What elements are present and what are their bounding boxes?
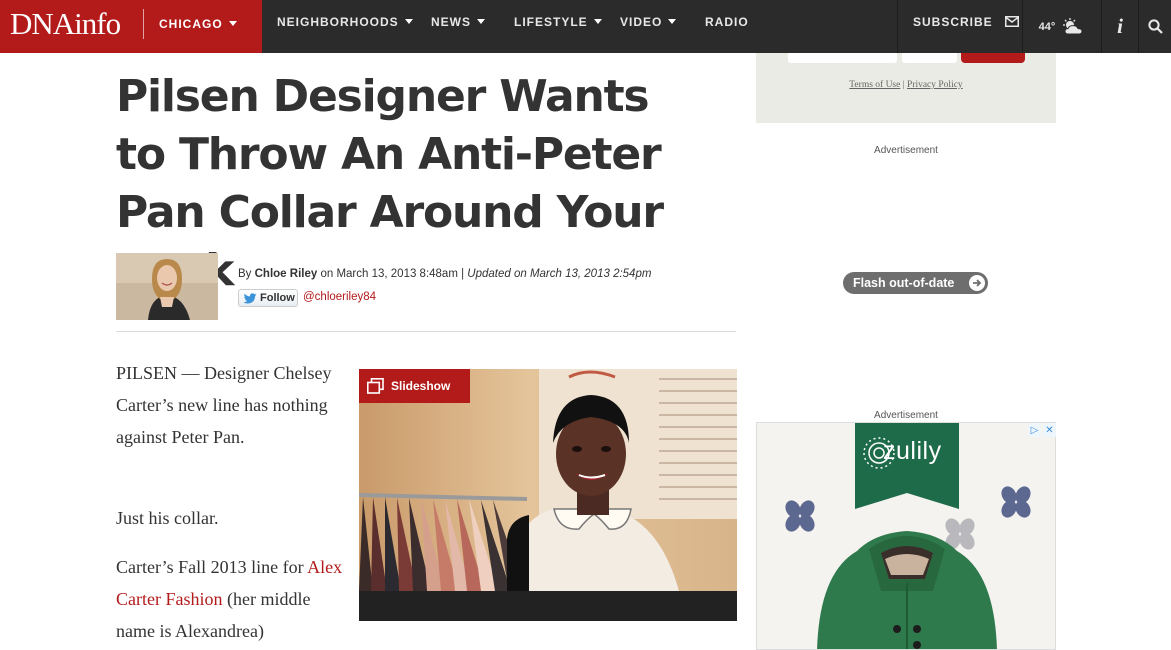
- nav-label: LIFESTYLE: [514, 15, 588, 29]
- zulily-brand: zulily: [883, 437, 942, 465]
- twitter-follow-button[interactable]: Follow: [238, 289, 298, 307]
- paragraph-3: Carter’s Fall 2013 line for Alex Carter …: [116, 551, 346, 647]
- advertisement-label: Advertisement: [874, 145, 938, 156]
- weather-widget[interactable]: 44°: [1023, 0, 1101, 53]
- follow-label: Follow: [260, 292, 295, 304]
- search-button[interactable]: [1139, 0, 1171, 53]
- terms-of-use-link[interactable]: Terms of Use: [849, 80, 900, 90]
- subscribe-label: SUBSCRIBE: [913, 15, 993, 29]
- dnainfo-logo[interactable]: DNAinfo: [10, 6, 121, 42]
- arrow-right-icon: [969, 275, 985, 291]
- slideshow-badge[interactable]: Slideshow: [359, 369, 470, 403]
- newsletter-submit-button[interactable]: [961, 53, 1025, 63]
- paragraph-3-start: Carter’s Fall 2013 line for: [116, 557, 308, 577]
- chevron-down-icon: [477, 19, 485, 24]
- flash-out-of-date-button[interactable]: Flash out-of-date: [843, 272, 988, 294]
- newsletter-zip-input[interactable]: [902, 53, 957, 63]
- newsletter-email-input[interactable]: [788, 53, 897, 63]
- author-name[interactable]: Chloe Riley: [255, 268, 318, 280]
- author-photo[interactable]: [116, 253, 218, 320]
- newsletter-legal-links: Terms of Use | Privacy Policy: [756, 80, 1056, 90]
- brand-divider: [143, 9, 144, 39]
- nav-label: NEIGHBORHOODS: [277, 15, 399, 29]
- twitter-bird-icon: [243, 292, 257, 303]
- privacy-policy-link[interactable]: Privacy Policy: [907, 80, 963, 90]
- newsletter-signup: Terms of Use | Privacy Policy: [756, 53, 1056, 123]
- chevron-down-icon: [668, 19, 677, 24]
- slideshow-gallery[interactable]: Slideshow: [359, 369, 737, 621]
- city-selector[interactable]: CHICAGO: [159, 17, 237, 31]
- flash-notice-label: Flash out-of-date: [853, 276, 955, 290]
- top-nav: DNAinfo CHICAGO NEIGHBORHOODS NEWS LIFES…: [0, 0, 1171, 53]
- nav-label: RADIO: [705, 15, 749, 29]
- chevron-down-icon: [228, 21, 237, 26]
- chevron-down-icon: [593, 19, 602, 24]
- nav-video[interactable]: VIDEO: [620, 15, 677, 29]
- brand-block: DNAinfo CHICAGO: [0, 0, 262, 53]
- twitter-handle-link[interactable]: @chloeriley84: [303, 291, 376, 303]
- byline: By Chloe Riley on March 13, 2013 8:48am …: [238, 268, 651, 280]
- slideshow-label: Slideshow: [391, 379, 451, 393]
- gallery-icon: [367, 378, 384, 394]
- search-icon: [1147, 19, 1163, 34]
- mail-icon: [1005, 16, 1020, 27]
- close-icon[interactable]: ✕: [1043, 423, 1056, 437]
- adchoices-icon[interactable]: ▷: [1028, 423, 1041, 437]
- ad-choices: ▷ ✕: [1026, 423, 1056, 437]
- partly-cloudy-icon: [1063, 17, 1083, 34]
- nav-news[interactable]: NEWS: [431, 15, 485, 29]
- nav-label: VIDEO: [620, 15, 663, 29]
- nav-neighborhoods[interactable]: NEIGHBORHOODS: [277, 15, 413, 29]
- advertisement-label: Advertisement: [874, 410, 938, 421]
- paragraph-1: PILSEN — Designer Chelsey Carter’s new l…: [116, 363, 332, 447]
- city-label: CHICAGO: [159, 17, 223, 31]
- published-date: on March 13, 2013 8:48am |: [317, 268, 468, 280]
- paragraph-2: Just his collar.: [116, 508, 219, 528]
- info-button[interactable]: i: [1102, 0, 1138, 53]
- author-portrait-image: [116, 253, 218, 320]
- subscribe-button[interactable]: SUBSCRIBE: [913, 15, 1020, 29]
- nav-lifestyle[interactable]: LIFESTYLE: [514, 15, 602, 29]
- updated-date: Updated on March 13, 2013 2:54pm: [467, 268, 652, 280]
- byline-prefix: By: [238, 268, 255, 280]
- nav-radio[interactable]: RADIO: [705, 15, 749, 29]
- nav-divider: [897, 0, 898, 53]
- info-icon: i: [1117, 14, 1123, 38]
- nav-label: NEWS: [431, 15, 471, 29]
- chevron-down-icon: [404, 19, 413, 24]
- weather-temp: 44°: [1038, 20, 1056, 33]
- legal-separator: |: [900, 80, 907, 90]
- article-divider: [116, 331, 736, 332]
- zulily-ad[interactable]: zulily: [756, 422, 1056, 650]
